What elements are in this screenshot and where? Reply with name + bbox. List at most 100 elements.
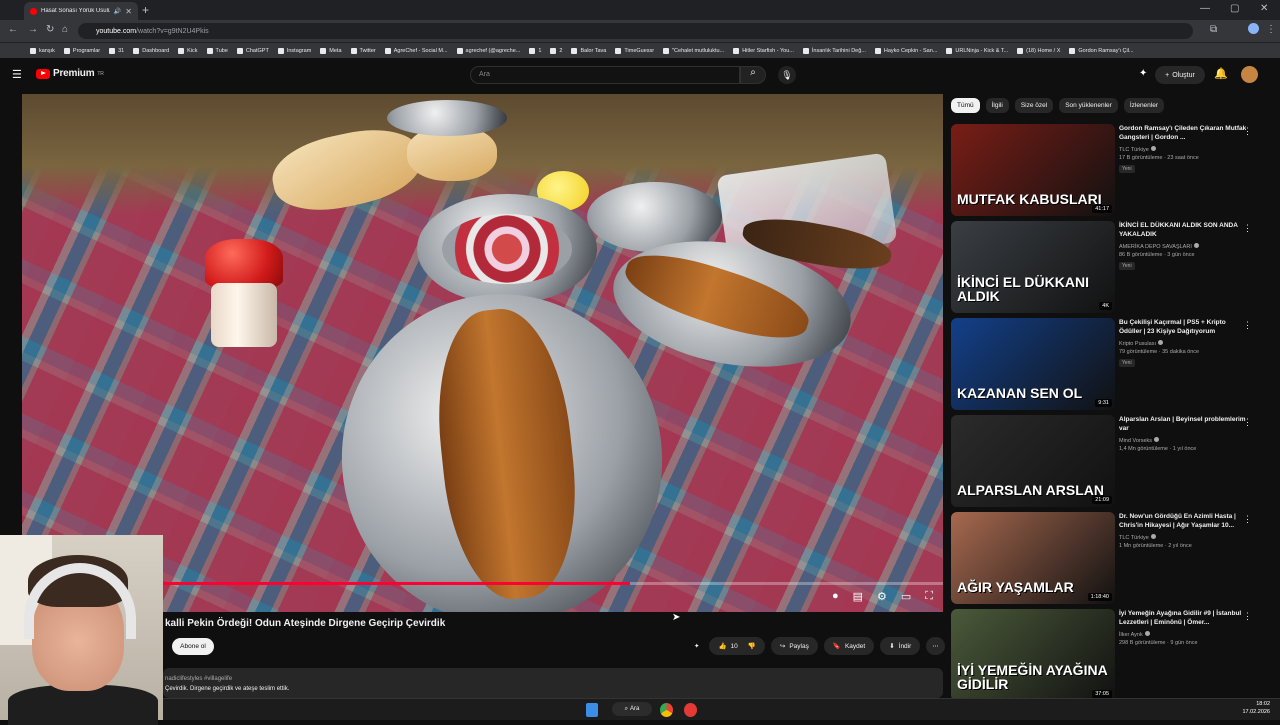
recommendation-title[interactable]: Gordon Ramsay'ı Çileden Çıkaran Mutfak G…	[1119, 124, 1249, 142]
more-options-icon[interactable]: ⋮	[1243, 514, 1252, 525]
back-icon[interactable]: ←	[8, 24, 18, 35]
bookmark-item[interactable]: Hitler Starfish - You...	[733, 47, 794, 54]
bookmark-item[interactable]: 2	[550, 47, 562, 54]
app-icon[interactable]	[684, 703, 697, 717]
bookmark-item[interactable]: Kick	[178, 47, 198, 54]
bookmark-item[interactable]: ChatGPT	[236, 47, 269, 54]
minimize-icon[interactable]: —	[1200, 3, 1210, 14]
bookmark-item[interactable]: Balor Tava	[571, 47, 606, 54]
more-options-icon[interactable]: ⋮	[1243, 611, 1252, 622]
bookmark-item[interactable]: Programlar	[63, 47, 100, 54]
close-window-icon[interactable]: ✕	[1260, 3, 1268, 14]
bookmark-item[interactable]: İnsanlık Tarihini Değ...	[802, 47, 866, 54]
recommendation-channel[interactable]: Mind Vorseks	[1119, 437, 1160, 444]
extensions-icon[interactable]: ⧉	[1210, 24, 1217, 35]
more-actions-icon[interactable]: ⋯	[926, 637, 945, 655]
bookmark-item[interactable]: Twitter	[350, 47, 376, 54]
subscribe-button[interactable]: Abone ol	[172, 638, 214, 655]
more-options-icon[interactable]: ⋮	[1243, 126, 1252, 137]
bookmark-item[interactable]: "Cehalet mutluluktu...	[663, 47, 724, 54]
filter-chip[interactable]: İzlenenler	[1123, 98, 1165, 113]
account-avatar[interactable]	[1241, 66, 1258, 83]
bookmark-item[interactable]: 31	[109, 47, 124, 54]
video-thumbnail[interactable]: MUTFAK KABUSLARI 41:17	[951, 124, 1115, 216]
create-button[interactable]: + Oluştur	[1155, 66, 1205, 84]
autoplay-toggle-icon[interactable]: ●	[832, 590, 839, 603]
recommendation-channel[interactable]: İlker Aynk	[1119, 631, 1150, 638]
bookmark-item[interactable]: TimeGuessr	[615, 47, 654, 54]
fullscreen-icon[interactable]: ⛶	[925, 590, 933, 603]
dislike-icon[interactable]: 👎	[748, 642, 756, 650]
recommendation-channel[interactable]: TLC Türkiye	[1119, 146, 1156, 153]
download-button[interactable]: ⬇ İndir	[880, 637, 921, 655]
video-thumbnail[interactable]: ALPARSLAN ARSLAN 21:09	[951, 415, 1115, 507]
search-input[interactable]: Ara	[470, 66, 740, 84]
chrome-icon[interactable]	[660, 703, 673, 717]
hamburger-menu-icon[interactable]: ☰	[12, 68, 22, 81]
more-options-icon[interactable]: ⋮	[1243, 223, 1252, 234]
filter-chip[interactable]: Tümü	[951, 98, 980, 113]
recommendation-item[interactable]: AĞIR YAŞAMLAR 1:18:40 Dr. Now'un Gördüğü E…	[951, 512, 1271, 604]
more-options-icon[interactable]: ⋮	[1243, 417, 1252, 428]
gemini-ask-icon[interactable]: ✦	[690, 637, 703, 655]
close-tab-icon[interactable]: ✕	[125, 7, 132, 16]
youtube-logo[interactable]: Premium TR	[36, 68, 104, 79]
like-button[interactable]: 👍 10 👎	[709, 637, 765, 655]
new-tab-icon[interactable]: +	[142, 3, 149, 17]
bookmark-item[interactable]: Meta	[320, 47, 342, 54]
bookmark-item[interactable]: Gordon Ramsay'ı Çil...	[1069, 47, 1134, 54]
bookmark-item[interactable]: AgreChef - Social M...	[384, 47, 448, 54]
bookmark-item[interactable]: Tube	[206, 47, 228, 54]
video-thumbnail[interactable]: İYİ YEMEĞİN AYAĞINA GİDİLİR 37:05	[951, 609, 1115, 701]
bookmark-item[interactable]: Instagram	[277, 47, 311, 54]
recommendation-title[interactable]: İyi Yemeğin Ayağına Gidilir #9 | İstanbu…	[1119, 609, 1249, 627]
settings-gear-icon[interactable]: ⚙	[877, 590, 887, 603]
share-button[interactable]: ↪ Paylaş	[770, 637, 818, 655]
taskbar-clock[interactable]: 18:02 17.02.2026	[1242, 700, 1270, 716]
description-tags[interactable]: nadiclifestyles #villagelife	[165, 674, 943, 684]
recommendation-channel[interactable]: AMERİKA DEPO SAVAŞLARI	[1119, 243, 1199, 250]
search-button[interactable]: ⌕	[740, 66, 766, 84]
video-thumbnail[interactable]: AĞIR YAŞAMLAR 1:18:40	[951, 512, 1115, 604]
menu-icon[interactable]: ⋮	[1266, 24, 1276, 35]
miniplayer-icon[interactable]: ▭	[901, 590, 911, 603]
windows-start-icon[interactable]	[586, 703, 598, 717]
bookmark-item[interactable]: kanşık	[30, 47, 55, 54]
video-thumbnail[interactable]: İKİNCİ EL DÜKKANI ALDIK 4K	[951, 221, 1115, 313]
recommendation-item[interactable]: KAZANAN SEN OL 9:31 Bu Çekilişi Kaçırmal |…	[951, 318, 1271, 410]
notifications-icon[interactable]: 🔔	[1214, 67, 1228, 80]
recommendation-title[interactable]: Alparslan Arslan | Beyinsel problemlerim…	[1119, 415, 1249, 433]
speaker-icon[interactable]: 🔊	[114, 8, 121, 15]
filter-chip[interactable]: İlgili	[985, 98, 1009, 113]
bookmark-item[interactable]: (18) Home / X	[1017, 47, 1060, 54]
bookmark-item[interactable]: Hayko Cepkin - San...	[874, 47, 937, 54]
recommendation-item[interactable]: MUTFAK KABUSLARI 41:17 Gordon Ramsay'ı Çil…	[951, 124, 1271, 216]
save-button[interactable]: 🔖 Kaydet	[823, 637, 875, 655]
bookmark-item[interactable]: Dashboard	[133, 47, 169, 54]
description-box[interactable]: nadiclifestyles #villagelife Çevirdik. D…	[163, 668, 943, 698]
reload-icon[interactable]: ↻	[46, 24, 54, 35]
recommendation-channel[interactable]: Kripto Pusulası	[1119, 340, 1163, 347]
bookmark-item[interactable]: URLNinja - Kick & T...	[946, 47, 1008, 54]
more-options-icon[interactable]: ⋮	[1243, 320, 1252, 331]
filter-chip[interactable]: Son yüklenenler	[1059, 98, 1118, 113]
bookmark-item[interactable]: 1	[529, 47, 541, 54]
voice-search-icon[interactable]: 🎙	[778, 66, 796, 84]
browser-tab[interactable]: Hasat Sonası Yörük Usulü P... 🔊 ✕	[24, 2, 138, 20]
bookmark-item[interactable]: agrechef (@agreche...	[456, 47, 520, 54]
recommendation-title[interactable]: Dr. Now'un Gördüğü En Azimli Hasta | Chr…	[1119, 512, 1249, 530]
recommendation-channel[interactable]: TLC Türkiye	[1119, 534, 1156, 541]
recommendation-item[interactable]: İKİNCİ EL DÜKKANI ALDIK 4K İKİNCİ EL DÜKKA…	[951, 221, 1271, 313]
maximize-icon[interactable]: ▢	[1230, 3, 1239, 14]
gemini-icon[interactable]: ✦	[1139, 68, 1147, 79]
forward-icon[interactable]: →	[28, 24, 38, 35]
profile-avatar[interactable]	[1248, 23, 1259, 34]
home-icon[interactable]: ⌂	[62, 24, 68, 35]
recommendation-item[interactable]: İYİ YEMEĞİN AYAĞINA GİDİLİR 37:05 İyi Yeme…	[951, 609, 1271, 701]
url-field[interactable]: youtube.com/watch?v=g9tN2U4Pkis	[78, 23, 1193, 39]
taskbar-search[interactable]: ⌕ Ara	[612, 702, 652, 716]
subtitles-icon[interactable]: ▤	[853, 590, 863, 603]
filter-chip[interactable]: Size özel	[1014, 98, 1054, 113]
recommendation-item[interactable]: ALPARSLAN ARSLAN 21:09 Alparslan Arslan | …	[951, 415, 1271, 507]
video-thumbnail[interactable]: KAZANAN SEN OL 9:31	[951, 318, 1115, 410]
